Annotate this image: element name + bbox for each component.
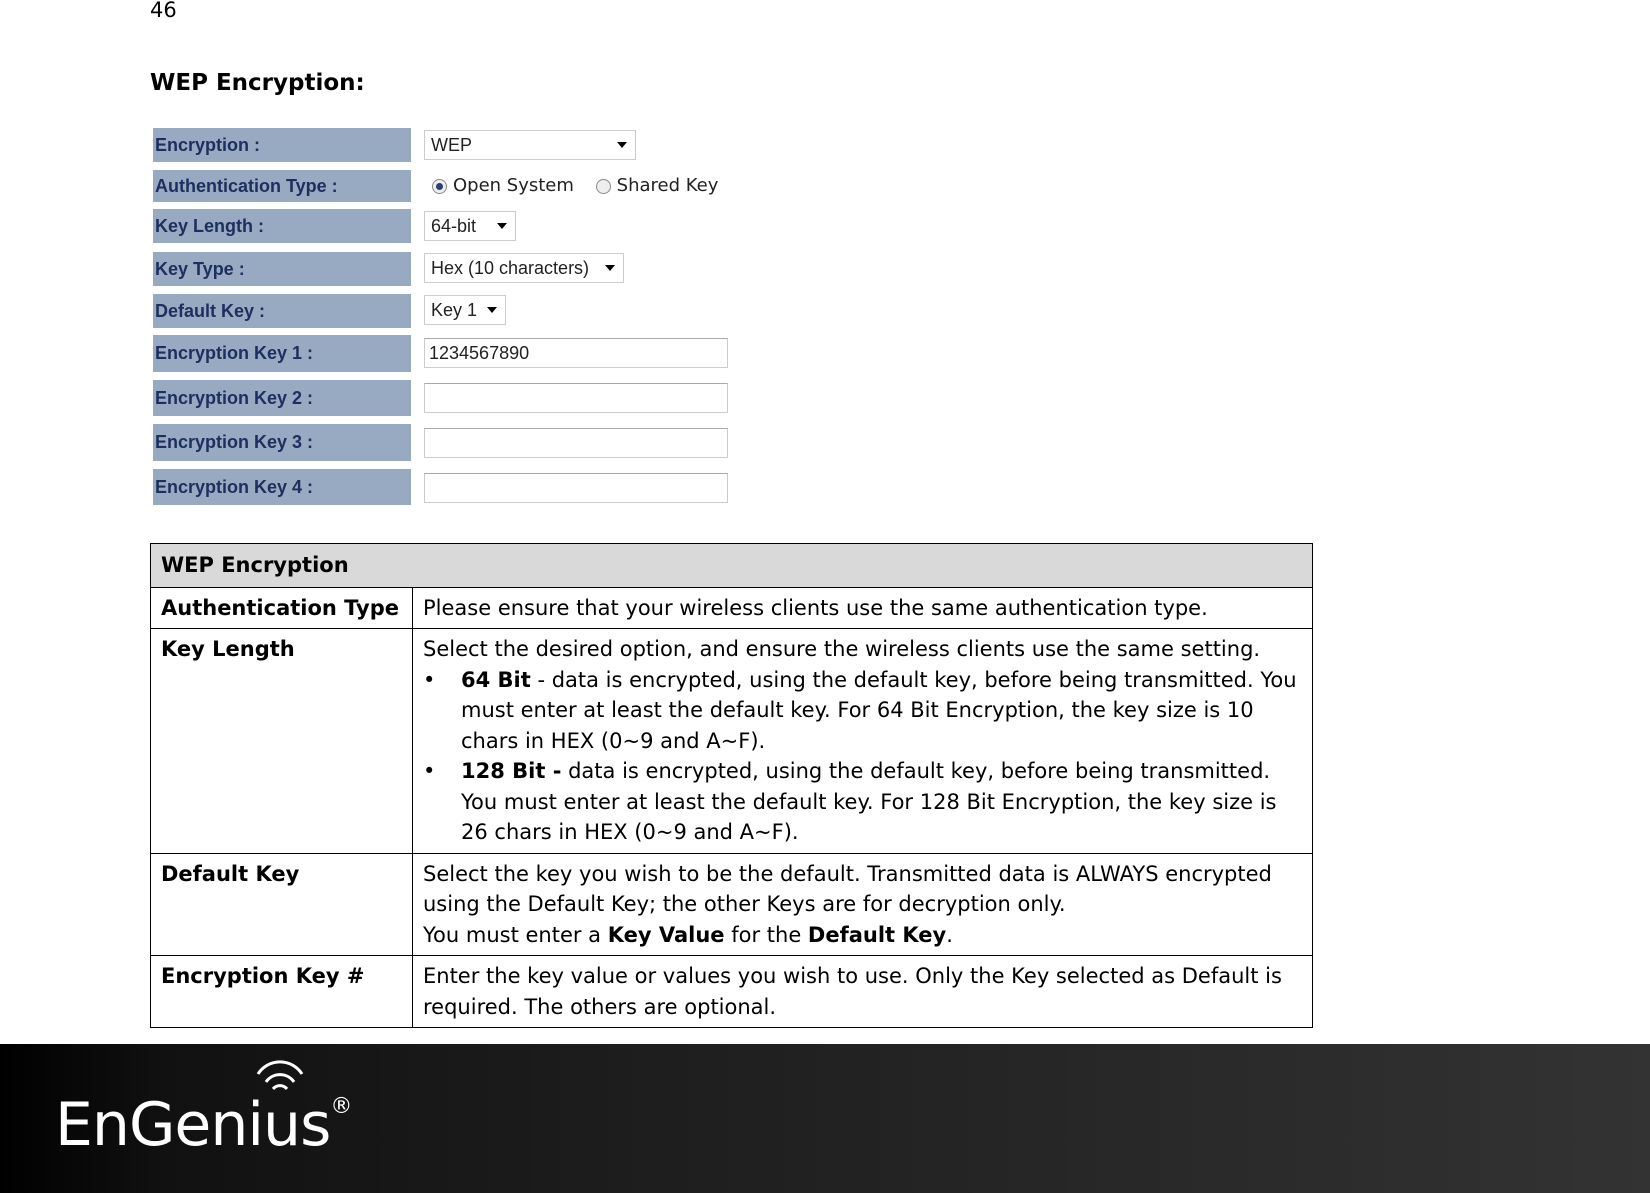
- key-length-select[interactable]: 64-bit: [424, 211, 516, 241]
- encryption-key-3-input[interactable]: [424, 428, 728, 458]
- row-key: Key Length: [150, 628, 413, 854]
- row-desc-line2: You must enter a Key Value for the Defau…: [423, 920, 1302, 951]
- encryption-key-2-label: Encryption Key 2 :: [153, 380, 411, 416]
- chevron-down-icon: [605, 265, 615, 271]
- row-key: Default Key: [150, 852, 413, 956]
- radio-selected-icon: [432, 178, 447, 194]
- bullet-bold: 64 Bit: [461, 667, 531, 692]
- table-row: Encryption Key # Enter the key value or v…: [150, 955, 1313, 1028]
- open-system-label: Open System: [453, 175, 574, 196]
- encryption-key-1-label: Encryption Key 1 :: [153, 335, 411, 372]
- encryption-label: Encryption :: [153, 128, 411, 162]
- text-bold: Default Key: [807, 922, 947, 947]
- row-key: Encryption Key #: [150, 955, 413, 1028]
- row-key: Authentication Type: [150, 586, 413, 629]
- registered-mark: ®: [330, 1094, 352, 1119]
- encryption-key-2-input[interactable]: [424, 383, 728, 413]
- encryption-key-3-label: Encryption Key 3 :: [153, 424, 411, 461]
- row-desc: Select the desired option, and ensure th…: [412, 628, 1313, 854]
- encryption-value: WEP: [431, 134, 473, 155]
- chevron-down-icon: [497, 223, 507, 229]
- key-type-value: Hex (10 characters): [431, 257, 590, 278]
- section-heading: WEP Encryption:: [150, 70, 365, 96]
- chevron-down-icon: [487, 307, 497, 313]
- wifi-icon: [256, 1060, 304, 1091]
- logo-text: EnGenius: [55, 1090, 331, 1160]
- key-length-label: Key Length :: [153, 209, 411, 243]
- bullet-text: - data is encrypted, using the default k…: [461, 667, 1297, 753]
- auth-type-label: Authentication Type :: [153, 170, 411, 202]
- list-item: 64 Bit - data is encrypted, using the de…: [423, 665, 1302, 757]
- shared-key-label: Shared Key: [616, 175, 719, 196]
- row-desc: Enter the key value or values you wish t…: [412, 955, 1313, 1028]
- table-row: Authentication Type Please ensure that yo…: [150, 586, 1313, 629]
- engenius-logo: EnGenius®: [55, 1060, 352, 1160]
- row-desc-text: Select the key you wish to be the defaul…: [423, 861, 1272, 917]
- radio-unselected-icon: [595, 178, 611, 194]
- text: .: [946, 922, 953, 947]
- default-key-label: Default Key :: [153, 294, 411, 328]
- text: for the: [724, 922, 808, 947]
- row-desc: Select the key you wish to be the defaul…: [412, 852, 1313, 956]
- radio-shared-key[interactable]: Shared Key: [595, 175, 719, 196]
- row-desc-text: Select the desired option, and ensure th…: [423, 637, 1261, 661]
- bullet-bold: 128 Bit -: [461, 759, 562, 783]
- bullet-list: 64 Bit - data is encrypted, using the de…: [423, 665, 1302, 848]
- key-length-value: 64-bit: [431, 215, 477, 236]
- encryption-select[interactable]: WEP: [424, 130, 636, 160]
- encryption-key-4-input[interactable]: [424, 473, 728, 503]
- key-type-label: Key Type :: [153, 252, 411, 286]
- chevron-down-icon: [617, 142, 627, 148]
- key-type-select[interactable]: Hex (10 characters): [424, 253, 624, 283]
- default-key-select[interactable]: Key 1: [424, 295, 506, 325]
- row-desc: Please ensure that your wireless clients…: [412, 586, 1313, 629]
- text: You must enter a: [423, 922, 608, 947]
- encryption-key-4-label: Encryption Key 4 :: [153, 469, 411, 505]
- table-row: Default Key Select the key you wish to b…: [150, 852, 1313, 956]
- list-item: 128 Bit - data is encrypted, using the d…: [423, 756, 1302, 848]
- encryption-key-1-input[interactable]: 1234567890: [424, 338, 728, 368]
- radio-open-system[interactable]: Open System: [432, 175, 574, 196]
- table-row: Key Length Select the desired option, an…: [150, 628, 1313, 854]
- page-number: 46: [150, 0, 177, 22]
- table-header: WEP Encryption: [150, 543, 1313, 588]
- bullet-text: data is encrypted, using the default key…: [461, 759, 1277, 844]
- wep-encryption-table: WEP Encryption Authentication Type Please…: [150, 543, 1313, 1028]
- default-key-value: Key 1: [431, 299, 478, 320]
- text-bold: Key Value: [607, 922, 725, 947]
